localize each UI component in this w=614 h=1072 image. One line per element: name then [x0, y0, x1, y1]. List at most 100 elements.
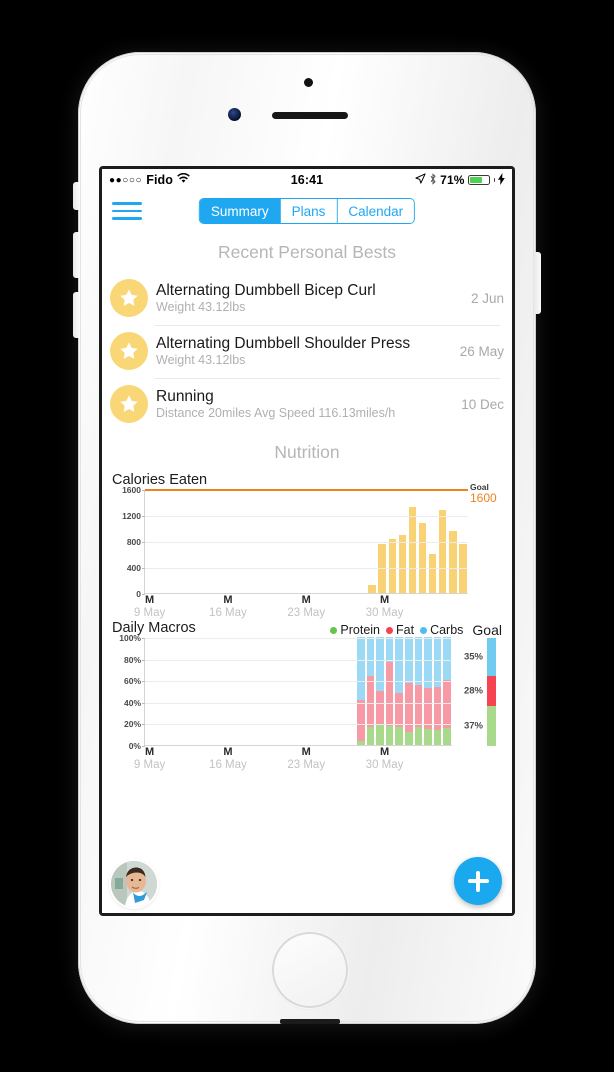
goal-percent-label: 37%	[463, 720, 483, 732]
x-tick-group: M 16 May	[209, 746, 247, 772]
macros-segment-carbs	[357, 637, 365, 700]
macros-segment-protein	[395, 726, 404, 745]
home-button[interactable]	[274, 934, 346, 1006]
star-icon	[110, 279, 148, 317]
legend-label-carbs: Carbs	[430, 623, 464, 637]
power-button[interactable]	[534, 252, 541, 314]
macros-segment-fat	[366, 675, 375, 727]
macros-stacked-bar	[395, 637, 404, 745]
user-avatar[interactable]	[111, 861, 157, 907]
x-tick-group: M 16 May	[209, 594, 247, 620]
macros-legend: Protein Fat Carbs	[330, 623, 463, 638]
x-tick-date: 30 May	[365, 606, 404, 619]
macros-goal-header: Goal	[472, 622, 502, 638]
gridline	[145, 568, 468, 569]
macros-segment-carbs	[424, 637, 432, 688]
calories-bar	[449, 531, 457, 593]
x-tick-dow: M	[145, 594, 155, 606]
list-item[interactable]: Alternating Dumbbell Shoulder Press Weig…	[110, 325, 504, 378]
macros-stacked-bar	[376, 637, 384, 745]
x-tick-dow: M	[379, 594, 390, 606]
status-bar-right: 71%	[415, 172, 505, 188]
macros-x-axis: M9 May M 16 May M 23 May M 30 May	[134, 746, 502, 776]
macros-stacked-bar	[404, 637, 413, 745]
list-item[interactable]: Running Distance 20miles Avg Speed 116.1…	[110, 378, 504, 431]
x-tick-date: 16 May	[209, 758, 247, 771]
nutrition-heading: Nutrition	[274, 442, 340, 462]
tab-plans[interactable]: Plans	[280, 199, 338, 223]
x-tick-date: 23 May	[287, 606, 326, 619]
status-bar: ●●○○○ Fido 16:41 71%	[102, 169, 512, 191]
battery-percent-label: 71%	[440, 173, 465, 187]
tab-calendar[interactable]: Calendar	[337, 199, 415, 223]
x-tick-dow: M	[301, 594, 311, 606]
macros-segment-protein	[366, 726, 375, 745]
list-item-date: 10 Dec	[461, 396, 504, 412]
macros-segment-protein	[357, 740, 365, 745]
macros-chart-block: Daily Macros Protein Fat Carbs Goal 0% 2…	[102, 620, 512, 776]
legend-label-protein: Protein	[340, 623, 381, 637]
y-tick	[142, 568, 145, 569]
list-item-subtitle: Weight 43.12lbs	[156, 353, 246, 368]
x-tick-group: M 23 May	[287, 594, 325, 620]
hamburger-menu-icon[interactable]	[112, 202, 142, 220]
macros-plot-wrap: 0% 20% 40% 60% 80% 100% 37% 28% 35%	[112, 633, 502, 751]
macros-segment-fat	[414, 684, 423, 727]
macros-stacked-bar	[385, 637, 394, 745]
calories-chart-title: Calories Eaten	[112, 472, 208, 488]
y-tick-label: 100%	[119, 633, 141, 643]
y-tick-label: 60%	[123, 676, 141, 687]
goal-segment-carbs	[487, 638, 496, 676]
location-arrow-icon	[415, 173, 426, 187]
silent-switch[interactable]	[73, 182, 80, 210]
list-item-title: Alternating Dumbbell Bicep Curl	[156, 281, 376, 299]
x-tick-date: 30 May	[365, 758, 404, 771]
macros-segment-protein	[433, 729, 442, 745]
calories-chart-block: Calories Eaten 0 400 800 1200 1600 Goal 1600…	[102, 472, 512, 624]
list-item-text: Running Distance 20miles Avg Speed 116.1…	[156, 388, 459, 420]
calories-plot-wrap: 0 400 800 1200 1600 Goal 1600	[112, 482, 502, 599]
x-tick-group: M9 May	[134, 746, 165, 772]
list-item[interactable]: Alternating Dumbbell Bicep Curl Weight 4…	[110, 272, 504, 325]
gridline	[145, 659, 452, 661]
macros-bars	[145, 637, 452, 745]
x-tick-dow: M	[301, 746, 311, 758]
goal-percent-label: 28%	[463, 685, 483, 697]
macros-segment-fat	[424, 687, 432, 729]
volume-down-button[interactable]	[73, 292, 80, 338]
x-tick-date: 9 May	[133, 758, 166, 771]
tab-summary[interactable]: Summary	[199, 199, 281, 223]
battery-icon	[467, 174, 490, 186]
list-item-subtitle: Weight 43.12lbs	[156, 300, 246, 315]
add-button[interactable]	[454, 857, 502, 905]
x-tick-date: 16 May	[209, 606, 247, 619]
calories-plot-area	[142, 489, 468, 595]
macros-segment-protein	[404, 732, 413, 745]
calories-x-axis: M9 May M 16 May M 23 May M 30 May	[134, 594, 502, 624]
volume-up-button[interactable]	[73, 232, 80, 278]
segmented-control[interactable]: Summary Plans Calendar	[198, 198, 416, 224]
macros-segment-protein	[443, 727, 452, 745]
calories-y-axis: 0 400 800 1200 1600	[112, 485, 144, 599]
y-tick-label: 20%	[123, 719, 141, 730]
macros-stacked-bar	[366, 637, 375, 745]
macros-stacked-bar	[433, 637, 442, 745]
x-tick-group: M 30 May	[366, 746, 404, 772]
goal-segment-fat	[487, 675, 496, 707]
macros-segment-carbs	[414, 637, 423, 685]
list-item-date: 26 May	[459, 343, 504, 359]
list-item-text: Alternating Dumbbell Bicep Curl Weight 4…	[156, 282, 469, 314]
gridline	[145, 516, 468, 517]
calories-bar	[408, 506, 417, 593]
macros-segment-carbs	[385, 637, 394, 662]
x-tick-date: 23 May	[287, 758, 326, 771]
list-item-subtitle: Distance 20miles Avg Speed 116.13miles/h	[156, 406, 396, 421]
x-tick-group: M9 May	[134, 594, 165, 620]
goal-percent-label: 35%	[463, 651, 483, 663]
calories-bar	[388, 539, 397, 593]
legend-label-fat: Fat	[396, 623, 415, 637]
calories-bar	[428, 554, 437, 593]
y-tick-label: 40%	[123, 697, 141, 708]
gridline	[145, 542, 468, 543]
legend-dot-carbs	[420, 626, 428, 634]
